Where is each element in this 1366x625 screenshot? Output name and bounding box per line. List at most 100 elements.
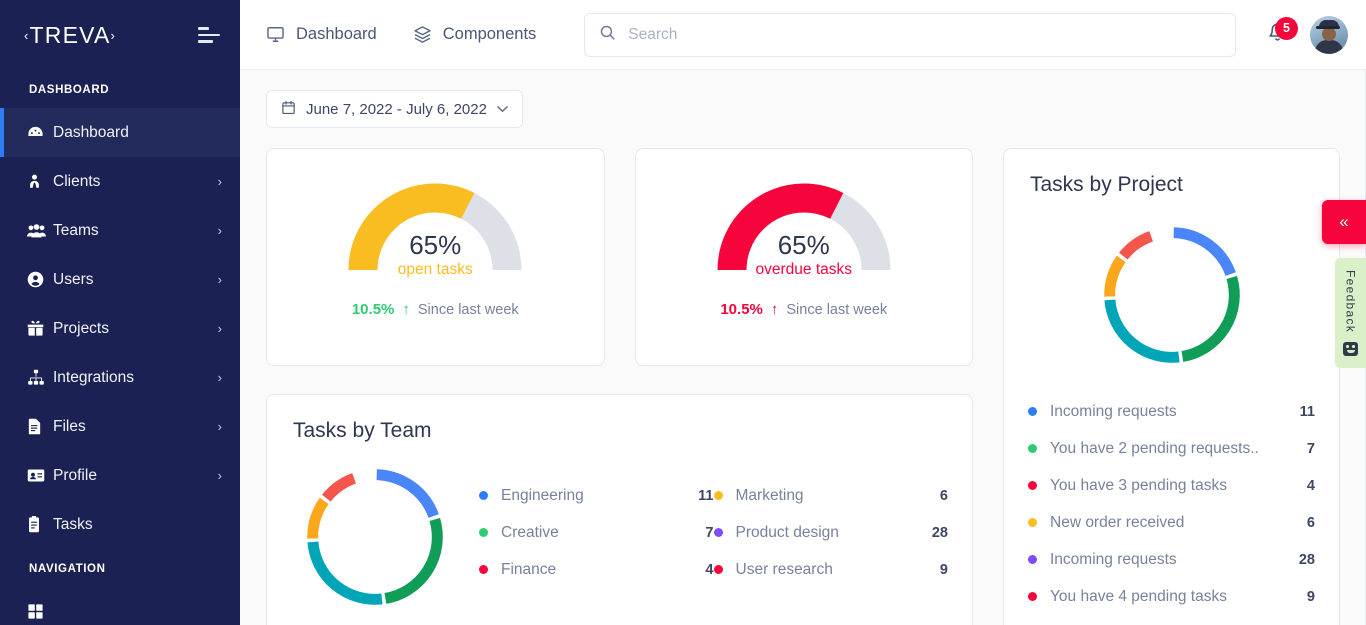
- legend-dot: [713, 528, 723, 537]
- menu-line-3: [198, 40, 213, 43]
- legend-label: Engineering: [501, 486, 584, 504]
- tasks-by-project-title: Tasks by Project: [1030, 173, 1183, 196]
- legend-label: Creative: [501, 523, 559, 541]
- legend-item[interactable]: Incoming requests 28: [1028, 541, 1315, 578]
- sidebar-item-files[interactable]: Files ›: [0, 402, 240, 451]
- topbar-link-label: Dashboard: [296, 25, 377, 43]
- tasks-by-team-donut: [307, 469, 443, 605]
- delta-value: 10.5%: [720, 301, 763, 318]
- sidebar-item-partial[interactable]: [0, 587, 240, 625]
- sidebar-item-clients[interactable]: Clients ›: [0, 157, 240, 206]
- legend-label: Incoming requests: [1050, 402, 1177, 420]
- sidebar-section-navigation: NAVIGATION: [29, 563, 106, 575]
- legend-item[interactable]: Product design 28: [713, 514, 948, 551]
- sidebar-item-integrations[interactable]: Integrations ›: [0, 353, 240, 402]
- user-circle-icon: [27, 271, 53, 288]
- sidebar-item-teams[interactable]: Teams ›: [0, 206, 240, 255]
- search-input[interactable]: [628, 25, 1221, 44]
- menu-line-1: [198, 27, 209, 30]
- open-tasks-gauge-card: 65% open tasks 10.5% ↑ Since last week: [266, 148, 605, 366]
- file-icon: [27, 418, 53, 435]
- sidebar-item-label: Profile: [53, 466, 97, 484]
- donut-segment[interactable]: [307, 541, 383, 605]
- legend-item[interactable]: Engineering 11: [479, 477, 714, 514]
- legend-value: 11: [1299, 403, 1315, 420]
- right-column: Tasks by Project Incoming requests 11 Yo…: [1003, 148, 1340, 625]
- sidebar-item-tasks[interactable]: Tasks: [0, 500, 240, 549]
- donut-segment[interactable]: [384, 517, 443, 604]
- sidebar-brand-row: ‹TREVA›: [0, 0, 240, 70]
- legend-value: 28: [931, 524, 948, 541]
- search-box[interactable]: [584, 12, 1236, 57]
- overdue-tasks-gauge-card: 65% overdue tasks 10.5% ↑ Since last wee…: [634, 148, 973, 366]
- donut-segment[interactable]: [1172, 227, 1236, 277]
- chevron-right-icon: ›: [217, 468, 222, 483]
- layers-icon: [413, 25, 432, 44]
- sidebar-item-label: Users: [53, 270, 94, 288]
- topbar-link-dashboard[interactable]: Dashboard: [266, 25, 377, 44]
- open-tasks-gauge: 65% open tasks: [345, 182, 525, 278]
- gauge-caption: open tasks: [397, 261, 473, 279]
- donut-segment[interactable]: [322, 473, 357, 502]
- sidebar-item-projects[interactable]: Projects ›: [0, 304, 240, 353]
- donut-segment[interactable]: [1103, 255, 1126, 297]
- legend-item[interactable]: Creative 7: [479, 514, 714, 551]
- chevron-right-icon: ›: [217, 321, 222, 336]
- calendar-icon: [281, 100, 296, 119]
- gauge-row: 65% open tasks 10.5% ↑ Since last week 6…: [266, 148, 973, 366]
- legend-item[interactable]: You have 2 pending requests.. 7: [1028, 430, 1315, 467]
- legend-item[interactable]: Marketing 6: [713, 477, 948, 514]
- sidebar-item-label: Dashboard: [53, 123, 129, 141]
- sidebar-item-dashboard[interactable]: Dashboard: [0, 108, 240, 157]
- sidebar-item-users[interactable]: Users ›: [0, 255, 240, 304]
- tasks-by-project-donut-wrap: [1004, 197, 1339, 371]
- legend-label: You have 3 pending tasks: [1050, 476, 1227, 494]
- double-chevron-left-icon: «: [1339, 212, 1349, 231]
- trend-up-icon: ↑: [402, 301, 410, 318]
- donut-segment[interactable]: [1180, 275, 1240, 362]
- legend-item[interactable]: You have 3 pending tasks 4: [1028, 467, 1315, 504]
- search-icon: [599, 24, 616, 46]
- legend-item[interactable]: You have 4 pending tasks 9: [1028, 578, 1315, 615]
- sidebar-item-profile[interactable]: Profile ›: [0, 451, 240, 500]
- sidebar-item-label: Integrations: [53, 368, 134, 386]
- topbar-link-components[interactable]: Components: [413, 25, 536, 44]
- feedback-tab[interactable]: Feedback: [1335, 258, 1366, 368]
- trend-up-icon: ↑: [770, 301, 779, 318]
- date-range-picker[interactable]: June 7, 2022 - July 6, 2022: [266, 90, 523, 128]
- collapse-panel-button[interactable]: «: [1322, 200, 1366, 244]
- legend-value: 7: [1306, 440, 1315, 457]
- gift-icon: [27, 320, 53, 337]
- legend-dot: [479, 565, 488, 574]
- tasks-by-project-legend: Incoming requests 11 You have 2 pending …: [1004, 371, 1339, 615]
- legend-item[interactable]: User research 9: [713, 551, 948, 588]
- avatar[interactable]: [1310, 15, 1348, 54]
- dashboard-content: June 7, 2022 - July 6, 2022 65% open tas…: [240, 70, 1366, 625]
- donut-segment[interactable]: [1103, 299, 1180, 363]
- main-area: Dashboard Components Search 5 June 7, 20…: [240, 0, 1366, 625]
- sidebar-section-dashboard: DASHBOARD: [29, 84, 110, 96]
- tasks-by-project-card: Tasks by Project Incoming requests 11 Yo…: [1003, 148, 1340, 625]
- legend-item[interactable]: New order received 6: [1028, 504, 1315, 541]
- delta-period-label: Since last week: [786, 301, 888, 318]
- overdue-tasks-gauge: 65% overdue tasks: [714, 182, 894, 278]
- donut-segment[interactable]: [376, 469, 439, 519]
- feedback-label: Feedback: [1343, 270, 1358, 334]
- legend-dot: [479, 528, 488, 537]
- menu-line-2: [198, 33, 220, 37]
- notifications-button[interactable]: 5: [1260, 15, 1298, 55]
- brand-logo[interactable]: ‹TREVA›: [24, 22, 116, 49]
- donut-segment[interactable]: [1118, 231, 1153, 260]
- brand-right-bullet: ›: [110, 27, 117, 43]
- app-root: ‹TREVA› DASHBOARD Dashboard Clients › Te…: [0, 0, 1366, 625]
- legend-item[interactable]: Finance 4: [479, 551, 714, 588]
- sidebar-item-label: Tasks: [53, 515, 93, 533]
- dashboard-grid: 65% open tasks 10.5% ↑ Since last week 6…: [266, 148, 1340, 625]
- sidebar-toggle-button[interactable]: [198, 27, 222, 43]
- sitemap-icon: [27, 369, 53, 386]
- gauge-icon: [27, 124, 53, 141]
- donut-segment[interactable]: [307, 497, 329, 539]
- legend-item[interactable]: Incoming requests 11: [1028, 393, 1315, 430]
- brand-name: TREVA: [29, 21, 111, 48]
- legend-value: 6: [939, 487, 948, 504]
